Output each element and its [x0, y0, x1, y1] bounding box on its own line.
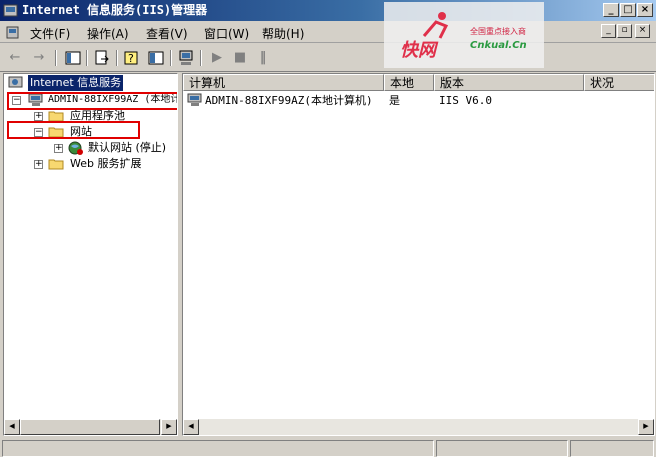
scroll-thumb[interactable] — [20, 419, 160, 435]
scroll-left-icon[interactable]: ◀ — [4, 419, 20, 435]
website-stopped-icon — [68, 141, 83, 155]
expand-icon[interactable]: + — [54, 144, 63, 153]
show-hide-tree-icon[interactable] — [64, 49, 82, 67]
status-panel-3 — [570, 440, 654, 457]
scroll-right-icon[interactable]: ▶ — [161, 419, 177, 435]
maximize-button[interactable]: □ — [620, 3, 636, 17]
expand-icon[interactable]: + — [34, 112, 43, 121]
menu-help[interactable]: 帮助(H) — [262, 25, 304, 42]
cell-computer: ADMIN-88IXF99AZ(本地计算机) — [205, 94, 373, 107]
mdi-close-button[interactable]: × — [635, 24, 650, 38]
column-header-version[interactable]: 版本 — [434, 74, 584, 91]
document-icon — [6, 26, 19, 39]
iis-root-icon — [8, 76, 23, 88]
svg-text:?: ? — [128, 52, 134, 65]
annotation-box-websites — [7, 121, 140, 139]
toolbar-separator — [116, 50, 118, 66]
toolbar-separator — [55, 50, 57, 66]
watermark-tagline: 全国重点接入商 — [470, 27, 526, 36]
tree-horizontal-scrollbar[interactable]: ◀ ▶ — [4, 419, 177, 435]
column-header-status[interactable]: 状况 — [584, 74, 654, 91]
list-pane: 计算机 本地 版本 状况 ADMIN-88IXF99AZ(本地计算机) 是 II… — [182, 73, 655, 436]
status-bar — [0, 438, 656, 457]
menu-file[interactable]: 文件(F) — [30, 25, 70, 42]
forward-arrow-icon[interactable]: → — [30, 49, 48, 67]
title-bar: Internet 信息服务(IIS)管理器 _ □ × — [0, 0, 656, 21]
stop-icon[interactable]: ■ — [231, 49, 249, 67]
mdi-minimize-button[interactable]: _ — [601, 24, 616, 38]
window-title: Internet 信息服务(IIS)管理器 — [22, 3, 208, 17]
tree-label-web-extensions: Web 服务扩展 — [70, 157, 142, 170]
column-header-computer[interactable]: 计算机 — [183, 74, 384, 91]
menu-action[interactable]: 操作(A) — [87, 25, 129, 42]
tree-label-root: Internet 信息服务 — [28, 75, 124, 91]
toolbar: ← → ? ▶ ■ ‖ — [0, 44, 656, 72]
scroll-right-icon[interactable]: ▶ — [638, 419, 654, 435]
cell-version: IIS V6.0 — [439, 94, 492, 107]
mdi-restore-button[interactable]: ▫ — [617, 24, 632, 38]
scroll-left-icon[interactable]: ◀ — [183, 419, 199, 435]
computer-icon[interactable] — [177, 49, 195, 67]
column-header-local[interactable]: 本地 — [384, 74, 434, 91]
close-button[interactable]: × — [637, 3, 653, 17]
server-icon — [187, 93, 202, 106]
tree-label-default-site: 默认网站 (停止) — [88, 141, 167, 154]
toolbar-separator — [170, 50, 172, 66]
menu-window[interactable]: 窗口(W) — [204, 25, 249, 42]
export-list-icon[interactable] — [93, 49, 111, 67]
annotation-box-server — [7, 92, 177, 110]
status-panel-main — [2, 440, 434, 457]
help-icon[interactable]: ? — [123, 49, 141, 67]
back-arrow-icon[interactable]: ← — [6, 49, 24, 67]
list-horizontal-scrollbar[interactable]: ◀ ▶ — [183, 419, 654, 435]
folder-icon — [48, 159, 64, 170]
minimize-button[interactable]: _ — [603, 3, 619, 17]
cell-local: 是 — [389, 94, 400, 107]
expand-icon[interactable]: + — [34, 160, 43, 169]
status-panel-2 — [436, 440, 568, 457]
start-icon[interactable]: ▶ — [208, 49, 226, 67]
menu-bar: 文件(F) 操作(A) 查看(V) 窗口(W) 帮助(H) _ ▫ × — [0, 21, 656, 43]
iis-app-icon — [3, 4, 18, 17]
toolbar-separator — [200, 50, 202, 66]
pause-icon[interactable]: ‖ — [254, 49, 272, 67]
toolbar-separator — [86, 50, 88, 66]
menu-view[interactable]: 查看(V) — [146, 25, 188, 42]
tree-pane: Internet 信息服务 − ADMIN-88IXF99AZ (本地计 + 应… — [3, 73, 178, 436]
properties-icon[interactable] — [147, 49, 165, 67]
